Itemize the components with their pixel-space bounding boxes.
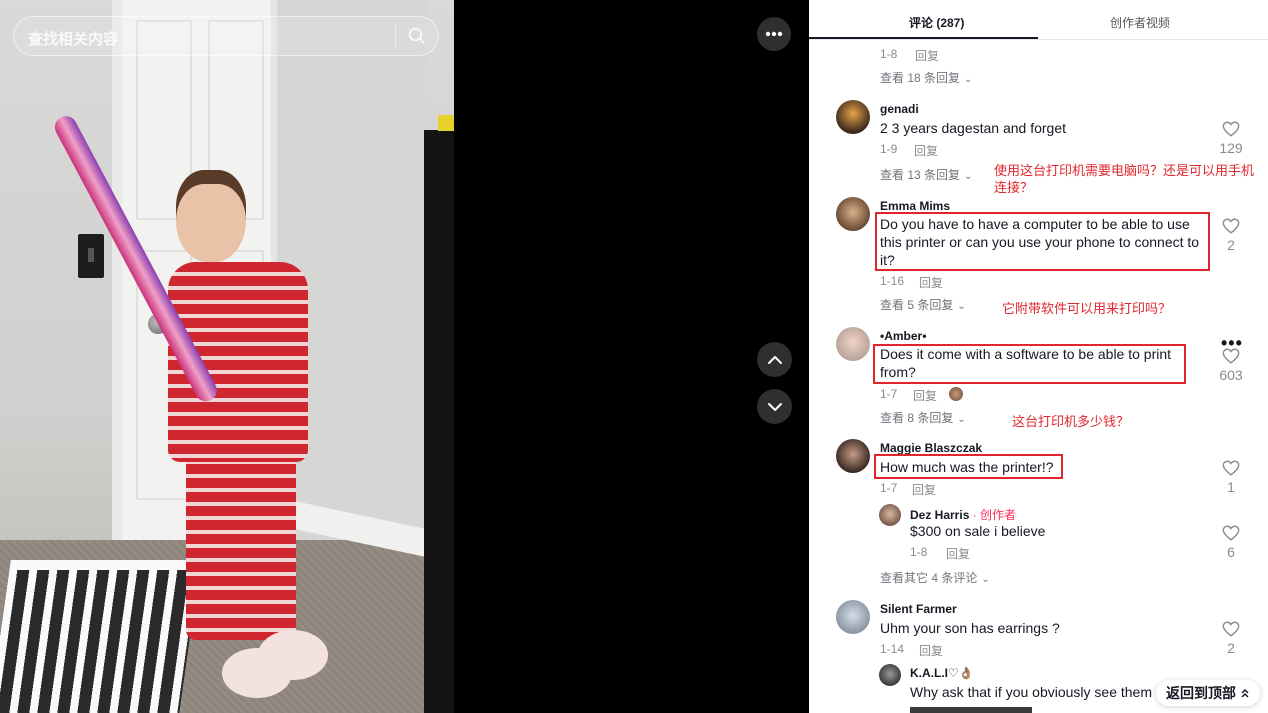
comment-username[interactable]: Emma Mims bbox=[880, 199, 950, 213]
chevron-up-icon bbox=[767, 355, 782, 364]
active-tab-indicator bbox=[809, 37, 1038, 39]
view-replies-button[interactable]: 查看 13 条回复 ⌄ bbox=[880, 166, 972, 183]
heart-icon[interactable] bbox=[1222, 524, 1240, 542]
avatar[interactable] bbox=[836, 327, 870, 361]
view-replies-button[interactable]: 查看 5 条回复 ⌄ bbox=[880, 296, 966, 313]
comment-time: 1-7 bbox=[880, 481, 898, 495]
annotation: 它附带软件可以用来打印吗？ bbox=[1002, 301, 1172, 316]
heart-icon[interactable] bbox=[1222, 459, 1240, 477]
chevron-down-icon bbox=[767, 402, 782, 411]
chevron-down-icon: ⌄ bbox=[964, 171, 973, 182]
previous-video-button[interactable] bbox=[757, 342, 792, 377]
reply-button[interactable]: 回复 bbox=[915, 47, 939, 64]
chevron-down-icon: ⌄ bbox=[957, 414, 966, 425]
view-more-replies-button[interactable]: 查看其它 4 条评论 ⌄ bbox=[880, 569, 990, 586]
search-icon[interactable] bbox=[408, 27, 426, 45]
search-divider bbox=[395, 25, 396, 47]
heart-icon[interactable] bbox=[1222, 120, 1240, 138]
avatar[interactable] bbox=[836, 197, 870, 231]
comment-username[interactable]: genadi bbox=[880, 102, 919, 116]
creator-badge: · 创作者 bbox=[969, 508, 1017, 522]
search-box[interactable]: 查找相关内容 bbox=[13, 16, 439, 56]
dresser bbox=[424, 130, 454, 713]
reply-button[interactable]: 回复 bbox=[946, 545, 970, 562]
reply-username[interactable]: Dez Harris · 创作者 bbox=[910, 506, 1016, 523]
search-input[interactable]: 查找相关内容 bbox=[28, 28, 118, 49]
more-icon bbox=[765, 31, 783, 37]
chevron-down-icon: ⌄ bbox=[981, 574, 990, 585]
comments-panel: 评论 (287) 创作者视频 1-8 回复 查看 18 条回复 ⌄ genadi … bbox=[809, 0, 1268, 713]
like-count: 6 bbox=[1227, 544, 1235, 560]
creator-liked-avatar bbox=[949, 387, 963, 401]
tab-comments[interactable]: 评论 (287) bbox=[909, 14, 964, 31]
comment-text: Uhm your son has earrings ? bbox=[880, 620, 1060, 636]
chevron-down-icon: ⌄ bbox=[964, 74, 973, 85]
like-count: 1 bbox=[1227, 479, 1235, 495]
annotation: 使用这台打印机需要电脑吗？还是可以用手机连接？ bbox=[994, 163, 1255, 195]
more-options-button[interactable] bbox=[757, 17, 791, 51]
slipper bbox=[258, 630, 328, 680]
highlight-box bbox=[874, 454, 1063, 479]
heart-icon[interactable] bbox=[1222, 217, 1240, 235]
video-area: 查找相关内容 bbox=[0, 0, 809, 713]
highlight-box bbox=[873, 344, 1186, 384]
highlight-box bbox=[875, 212, 1210, 271]
reply-button[interactable]: 回复 bbox=[919, 642, 943, 659]
avatar[interactable] bbox=[879, 664, 901, 686]
dresser-item bbox=[438, 115, 454, 131]
comment-text: 2 3 years dagestan and forget bbox=[880, 120, 1067, 136]
like-count: 2 bbox=[1227, 640, 1235, 656]
kid-head bbox=[176, 170, 246, 262]
double-chevron-up-icon bbox=[1241, 688, 1249, 698]
comment-username[interactable]: •Amber• bbox=[880, 329, 926, 343]
light-switch bbox=[78, 234, 104, 278]
heart-icon[interactable] bbox=[1222, 620, 1240, 638]
like-count: 603 bbox=[1219, 367, 1243, 383]
laundry-basket bbox=[0, 560, 201, 713]
reply-image-thumbnail[interactable] bbox=[910, 707, 1032, 713]
reply-text: $300 on sale i believe bbox=[910, 523, 1046, 539]
comment-username[interactable]: Maggie Blaszczak bbox=[880, 441, 982, 455]
reply-button[interactable]: 回复 bbox=[912, 481, 936, 498]
avatar[interactable] bbox=[836, 100, 870, 134]
kid-legs bbox=[186, 450, 296, 640]
view-replies-button[interactable]: 查看 18 条回复 ⌄ bbox=[880, 69, 972, 86]
comment-time: 1-14 bbox=[880, 642, 905, 656]
like-count: 129 bbox=[1219, 140, 1243, 156]
annotation: 这台打印机多少钱？ bbox=[1012, 414, 1130, 429]
comment-time: 1-8 bbox=[880, 47, 898, 61]
comment-time: 1-9 bbox=[880, 142, 898, 156]
comment-time: 1-7 bbox=[880, 387, 898, 401]
video-frame[interactable] bbox=[0, 0, 454, 713]
reply-button[interactable]: 回复 bbox=[913, 387, 937, 404]
heart-icon[interactable] bbox=[1222, 347, 1240, 365]
reply-text: Why ask that if you obviously see them bbox=[910, 684, 1152, 700]
reply-button[interactable]: 回复 bbox=[914, 142, 938, 159]
avatar[interactable] bbox=[836, 600, 870, 634]
chevron-down-icon: ⌄ bbox=[957, 301, 966, 312]
avatar[interactable] bbox=[836, 439, 870, 473]
reply-time: 1-8 bbox=[910, 545, 928, 559]
like-count: 2 bbox=[1227, 237, 1235, 253]
comment-username[interactable]: Silent Farmer bbox=[880, 602, 957, 616]
tab-bar: 评论 (287) 创作者视频 bbox=[809, 0, 1268, 40]
comment-time: 1-16 bbox=[880, 274, 905, 288]
tab-creator-videos[interactable]: 创作者视频 bbox=[1110, 14, 1170, 31]
back-to-top-button[interactable]: 返回到顶部 bbox=[1156, 680, 1260, 706]
reply-username[interactable]: K.A.L.I♡👌🏽 bbox=[910, 666, 974, 680]
next-video-button[interactable] bbox=[757, 389, 792, 424]
avatar[interactable] bbox=[879, 504, 901, 526]
view-replies-button[interactable]: 查看 8 条回复 ⌄ bbox=[880, 409, 966, 426]
reply-button[interactable]: 回复 bbox=[919, 274, 943, 291]
